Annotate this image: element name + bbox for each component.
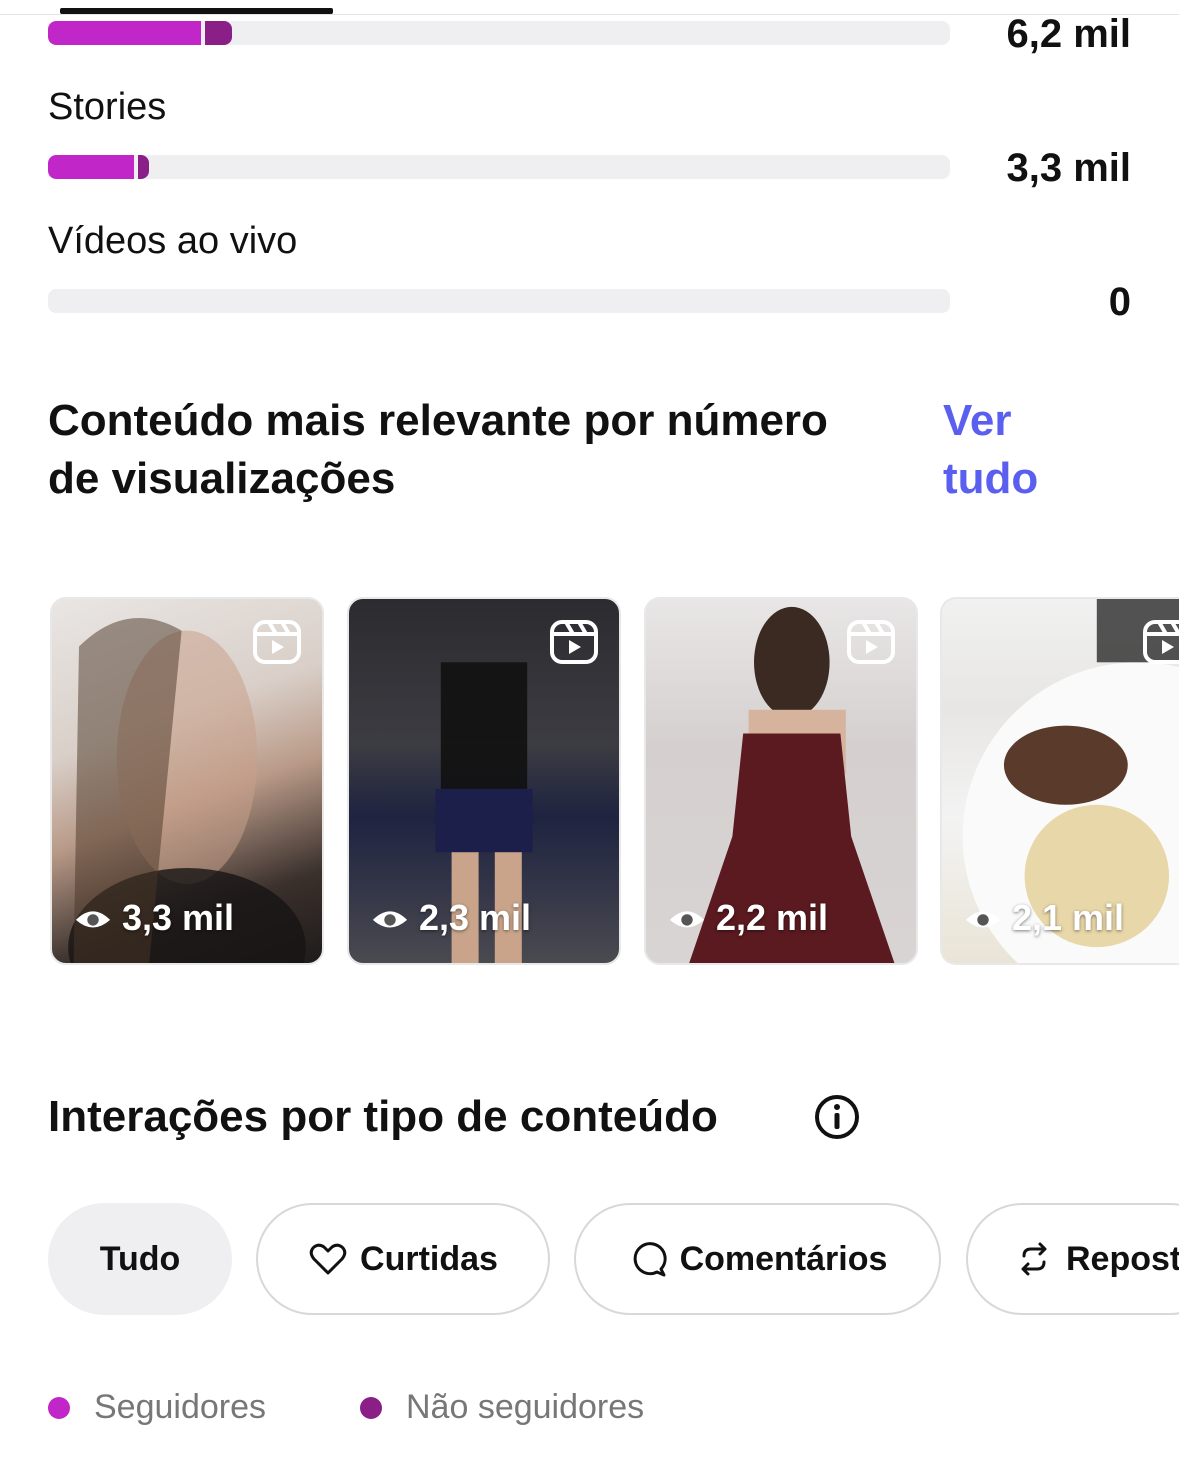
comment-icon (633, 1242, 667, 1277)
eye-icon (669, 911, 705, 928)
live-videos-views-value: 0 (1108, 280, 1131, 324)
stories-views-value: 3,3 mil (1006, 146, 1131, 190)
eye-icon (965, 911, 1001, 928)
view-count: 3,3 mil (74, 897, 234, 939)
active-tab-indicator (60, 8, 333, 14)
view-count-label: 2,3 mil (419, 897, 532, 938)
legend-non-followers: Não seguidores (360, 1388, 644, 1427)
top-divider (0, 14, 1179, 15)
content-thumbnail[interactable]: 2,1 mil (940, 597, 1179, 965)
live-videos-label: Vídeos ao vivo (48, 220, 298, 262)
chip-reposts[interactable]: Repost (966, 1203, 1179, 1315)
followers-bar-segment (48, 21, 201, 45)
reel-icon (550, 620, 598, 664)
legend-followers-label: Seguidores (94, 1388, 267, 1426)
interactions-title: Interações por tipo de conteúdo (48, 1092, 718, 1141)
chip-all-label: Tudo (99, 1239, 181, 1278)
reel-icon (1143, 620, 1179, 664)
top-content-title-line1: Conteúdo mais relevante por número (48, 396, 828, 445)
non-followers-color-dot (360, 1396, 382, 1419)
chip-all[interactable]: Tudo (48, 1203, 232, 1315)
chip-likes-label: Curtidas (360, 1239, 498, 1278)
view-count: 2,3 mil (371, 897, 531, 939)
chip-reposts-label: Repost (1066, 1239, 1179, 1278)
top-content-title-line2: de visualizações (48, 454, 396, 503)
eye-icon (372, 911, 408, 928)
stories-views-bar (48, 155, 950, 179)
view-count-label: 2,1 mil (1012, 897, 1125, 938)
stories-label: Stories (48, 86, 167, 128)
non-followers-bar-segment (205, 21, 232, 45)
see-all-line2: tudo (943, 454, 1039, 503)
repost-icon (1021, 1242, 1047, 1276)
see-all-line1: Ver (943, 396, 1012, 445)
content-thumbnail[interactable]: 3,3 mil (50, 597, 324, 965)
content-thumbnail[interactable]: 2,3 mil (347, 597, 621, 965)
chip-comments-label: Comentários (679, 1239, 888, 1278)
followers-color-dot (48, 1396, 70, 1419)
view-count-label: 2,2 mil (716, 897, 829, 938)
reels-views-value: 6,2 mil (1006, 12, 1131, 56)
reel-icon (847, 620, 895, 664)
reels-views-bar (48, 21, 950, 45)
top-content-title: Conteúdo mais relevante por número de vi… (48, 392, 828, 508)
chip-comments[interactable]: Comentários (574, 1203, 941, 1315)
non-followers-bar-segment (138, 155, 149, 179)
view-count: 2,2 mil (668, 897, 828, 939)
legend-non-followers-label: Não seguidores (406, 1388, 645, 1426)
heart-icon (309, 1243, 347, 1275)
reel-icon (253, 620, 301, 664)
live-videos-views-bar (48, 289, 950, 313)
view-count: 2,1 mil (964, 897, 1124, 939)
view-count-label: 3,3 mil (122, 897, 235, 938)
followers-bar-segment (48, 155, 134, 179)
legend-followers: Seguidores (48, 1388, 266, 1427)
see-all-link[interactable]: Ver tudo (943, 392, 1083, 508)
info-icon[interactable] (814, 1094, 860, 1140)
eye-icon (75, 911, 111, 928)
content-thumbnail[interactable]: 2,2 mil (644, 597, 918, 965)
chip-likes[interactable]: Curtidas (256, 1203, 550, 1315)
